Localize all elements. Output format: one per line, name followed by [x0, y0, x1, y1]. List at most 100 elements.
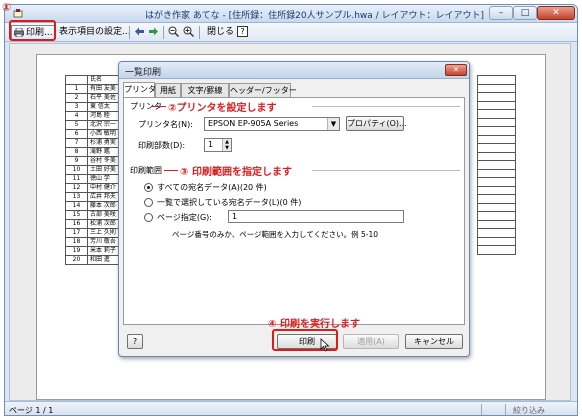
row-number: 13 [65, 192, 88, 202]
maximize-button[interactable]: □ [513, 6, 537, 20]
table-row [477, 92, 516, 102]
table-row [477, 151, 516, 161]
row-number: 20 [65, 255, 88, 265]
close-window-button[interactable]: ✕ [537, 6, 575, 20]
zoom-in-icon[interactable] [183, 26, 194, 37]
zoom-out-icon[interactable] [168, 26, 179, 37]
step4-annotation: ④ 印刷を実行します [268, 319, 360, 330]
table-row [477, 160, 516, 170]
step1-highlight [9, 20, 56, 41]
printer-name-select[interactable]: EPSON EP-905A Series ▼ [204, 117, 340, 131]
dialog-title: 一覧印刷 [125, 68, 162, 78]
page-range-value: 1 [232, 212, 238, 221]
display-settings-button[interactable]: 表示項目の設定... [59, 25, 131, 40]
status-bar: ページ 1 / 1 絞り込み [5, 401, 577, 415]
row-number: 11 [65, 174, 88, 184]
step1-number: ① [2, 1, 12, 14]
row-number: 14 [65, 201, 88, 211]
range-selected-radio[interactable] [144, 198, 153, 207]
minimize-icon: – [498, 8, 504, 18]
back-arrow-icon[interactable] [134, 26, 145, 37]
table-row [477, 75, 516, 85]
table-cell [477, 83, 516, 93]
table-row [477, 219, 516, 229]
dialog-close-button[interactable]: ✕ [445, 64, 467, 76]
dialog-help-button[interactable]: ? [127, 334, 143, 349]
table-cell [477, 151, 516, 161]
table-cell [477, 211, 516, 221]
tab-header-footer[interactable]: ヘッダー/フッター [229, 83, 297, 97]
close-preview-button[interactable]: 閉じる [207, 25, 237, 40]
app-icon [13, 9, 23, 18]
page-range-input[interactable]: 1 [228, 210, 404, 223]
table-cell [477, 228, 516, 238]
spinner-arrows-icon[interactable]: ▲ ▼ [222, 139, 231, 151]
print-list-dialog: 一覧印刷 ✕ プリンタ 用紙 文字/罫線 ヘッダー/フッター プリンタ ②プリン… [118, 61, 470, 357]
group-divider [312, 170, 460, 171]
row-number: 18 [65, 237, 88, 247]
dialog-title-bar: 一覧印刷 ✕ [119, 62, 469, 79]
table-row [477, 194, 516, 204]
step3-annotation: ③ 印刷範囲を指定します [180, 167, 292, 178]
table-row [477, 245, 516, 255]
help-button[interactable]: ? [237, 26, 248, 37]
row-number: 6 [65, 129, 88, 139]
minimize-button[interactable]: – [489, 6, 513, 20]
mouse-cursor-icon [320, 338, 330, 352]
maximize-icon: □ [520, 8, 530, 18]
copies-label: 印刷部数(D): [138, 141, 186, 150]
toolbar: 印刷... 表示項目の設定... 閉じる ? [5, 23, 577, 42]
tab-printer[interactable]: プリンタ [123, 82, 156, 97]
copies-stepper[interactable]: 1 ▲ ▼ [204, 138, 232, 152]
page-indicator: ページ 1 / 1 [9, 406, 54, 415]
table-cell [477, 245, 516, 255]
toolbar-divider [163, 26, 164, 39]
table-row [477, 117, 516, 127]
group-divider [312, 106, 460, 107]
table-row [477, 83, 516, 93]
row-number: 7 [65, 138, 88, 148]
status-divider [481, 404, 482, 415]
table-row [477, 134, 516, 144]
row-number: 8 [65, 147, 88, 157]
table-cell [477, 236, 516, 246]
row-number: 19 [65, 246, 88, 256]
table-cell [477, 143, 516, 153]
apply-button[interactable]: 適用(A) [343, 334, 399, 349]
range-group-label: 印刷範囲 [130, 166, 162, 175]
row-number: 3 [65, 102, 88, 112]
range-pages-label[interactable]: ページ指定(G): [157, 212, 212, 223]
row-number: 10 [65, 165, 88, 175]
row-number: 4 [65, 111, 88, 121]
toolbar-divider [129, 26, 130, 39]
row-number: 17 [65, 228, 88, 238]
table-cell [477, 185, 516, 195]
row-number: 9 [65, 156, 88, 166]
row-number: 16 [65, 219, 88, 229]
tab-paper[interactable]: 用紙 [155, 83, 181, 97]
table-row [477, 100, 516, 110]
range-selected-label[interactable]: 一覧で選択している宛名データ(L)(0 件) [157, 197, 301, 208]
range-pages-radio[interactable] [144, 213, 153, 222]
row-number: 1 [65, 84, 88, 94]
row-number: 2 [65, 93, 88, 103]
cancel-button[interactable]: キャンセル [405, 334, 463, 349]
range-all-radio[interactable] [144, 183, 153, 192]
table-row [477, 109, 516, 119]
filter-indicator: 絞り込み [513, 406, 545, 415]
table-row [477, 228, 516, 238]
table-row [477, 168, 516, 178]
printer-properties-button[interactable]: プロパティ(O)... [346, 116, 407, 131]
close-icon: ✕ [452, 65, 460, 74]
close-icon: ✕ [552, 8, 560, 18]
printer-name-value: EPSON EP-905A Series [208, 119, 299, 128]
tab-text-lines[interactable]: 文字/罫線 [181, 83, 229, 97]
table-cell [477, 75, 516, 85]
table-cell [477, 219, 516, 229]
table-cell [477, 160, 516, 170]
table-cell [477, 168, 516, 178]
row-number: 12 [65, 183, 88, 193]
forward-arrow-icon[interactable] [148, 26, 159, 37]
range-all-label[interactable]: すべての宛名データ(A)(20 件) [157, 182, 267, 193]
address-list-right-columns [477, 75, 516, 255]
